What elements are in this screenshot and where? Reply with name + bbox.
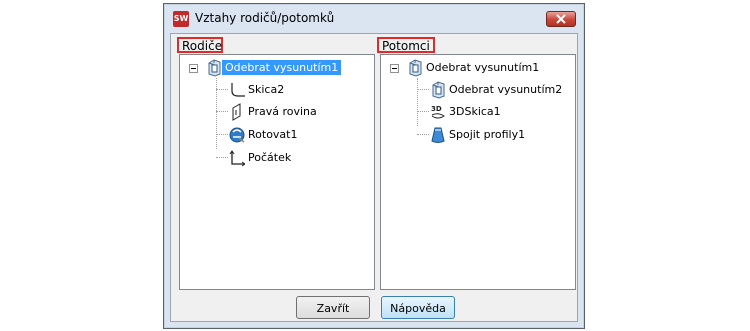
tree-node-label: Rotovat1 (248, 128, 298, 141)
cut-extrude-icon (409, 59, 422, 77)
children-root-label: Odebrat vysunutím1 (426, 61, 540, 74)
3d-sketch-icon: 3D (431, 105, 445, 119)
tree-node-revolve[interactable]: Rotovat1 (229, 125, 369, 145)
collapse-toggle-icon[interactable] (189, 64, 198, 73)
close-button[interactable]: Zavřít (296, 296, 370, 319)
tree-node-cut-extrude2[interactable]: Odebrat vysunutím2 (430, 80, 570, 100)
tree-node-label: Pravá rovina (248, 105, 317, 118)
svg-text:3D: 3D (431, 105, 442, 113)
children-label: Potomci (377, 37, 435, 53)
tree-connector (417, 111, 429, 112)
cut-extrude-icon (208, 59, 221, 77)
collapse-toggle-icon[interactable] (390, 64, 399, 73)
parents-label: Rodiče (177, 37, 223, 53)
tree-connector (216, 89, 228, 90)
tree-connector (216, 111, 228, 112)
tree-node-label: Skica2 (248, 83, 285, 96)
tree-node-skica2[interactable]: Skica2 (229, 80, 369, 100)
tree-node-loft[interactable]: Spojit profily1 (430, 125, 570, 145)
parents-tree[interactable]: Odebrat vysunutím1 Skica2 Pravá rovina R… (179, 54, 375, 290)
dialog-content: Rodiče Potomci Odebrat vysunutím1 Skica2… (170, 33, 578, 322)
tree-connector (216, 157, 228, 158)
parents-root-label: Odebrat vysunutím1 (222, 60, 342, 75)
tree-node-label: 3DSkica1 (449, 105, 501, 118)
revolve-icon (229, 127, 245, 143)
tree-connector (417, 78, 418, 126)
close-x-icon (556, 14, 566, 24)
children-root-node[interactable]: Odebrat vysunutím1 (390, 58, 570, 78)
tree-node-origin[interactable]: Počátek (229, 148, 369, 168)
title-bar[interactable]: SW Vztahy rodičů/potomků (164, 4, 584, 32)
children-tree[interactable]: Odebrat vysunutím1 Odebrat vysunutím2 3D… (380, 54, 576, 290)
tree-node-3dsketch[interactable]: 3D 3DSkica1 (430, 102, 570, 122)
tree-connector (417, 89, 429, 90)
parents-root-node[interactable]: Odebrat vysunutím1 (189, 58, 369, 78)
solidworks-app-icon: SW (173, 11, 189, 27)
cut-extrude-icon (432, 81, 445, 99)
parent-child-relations-dialog: SW Vztahy rodičů/potomků Rodiče Potomci (163, 3, 585, 329)
tree-connector (216, 134, 228, 135)
help-button[interactable]: Nápověda (381, 296, 455, 319)
loft-icon (431, 127, 445, 143)
tree-node-label: Spojit profily1 (449, 128, 526, 141)
tree-node-label: Odebrat vysunutím2 (449, 83, 563, 96)
plane-icon (232, 103, 241, 121)
tree-node-label: Počátek (248, 151, 292, 164)
tree-node-right-plane[interactable]: Pravá rovina (229, 102, 369, 122)
origin-icon (229, 150, 245, 167)
window-title: Vztahy rodičů/potomků (195, 11, 335, 25)
sketch-icon (231, 83, 245, 97)
window-close-button[interactable] (546, 11, 576, 27)
tree-connector (417, 134, 429, 135)
